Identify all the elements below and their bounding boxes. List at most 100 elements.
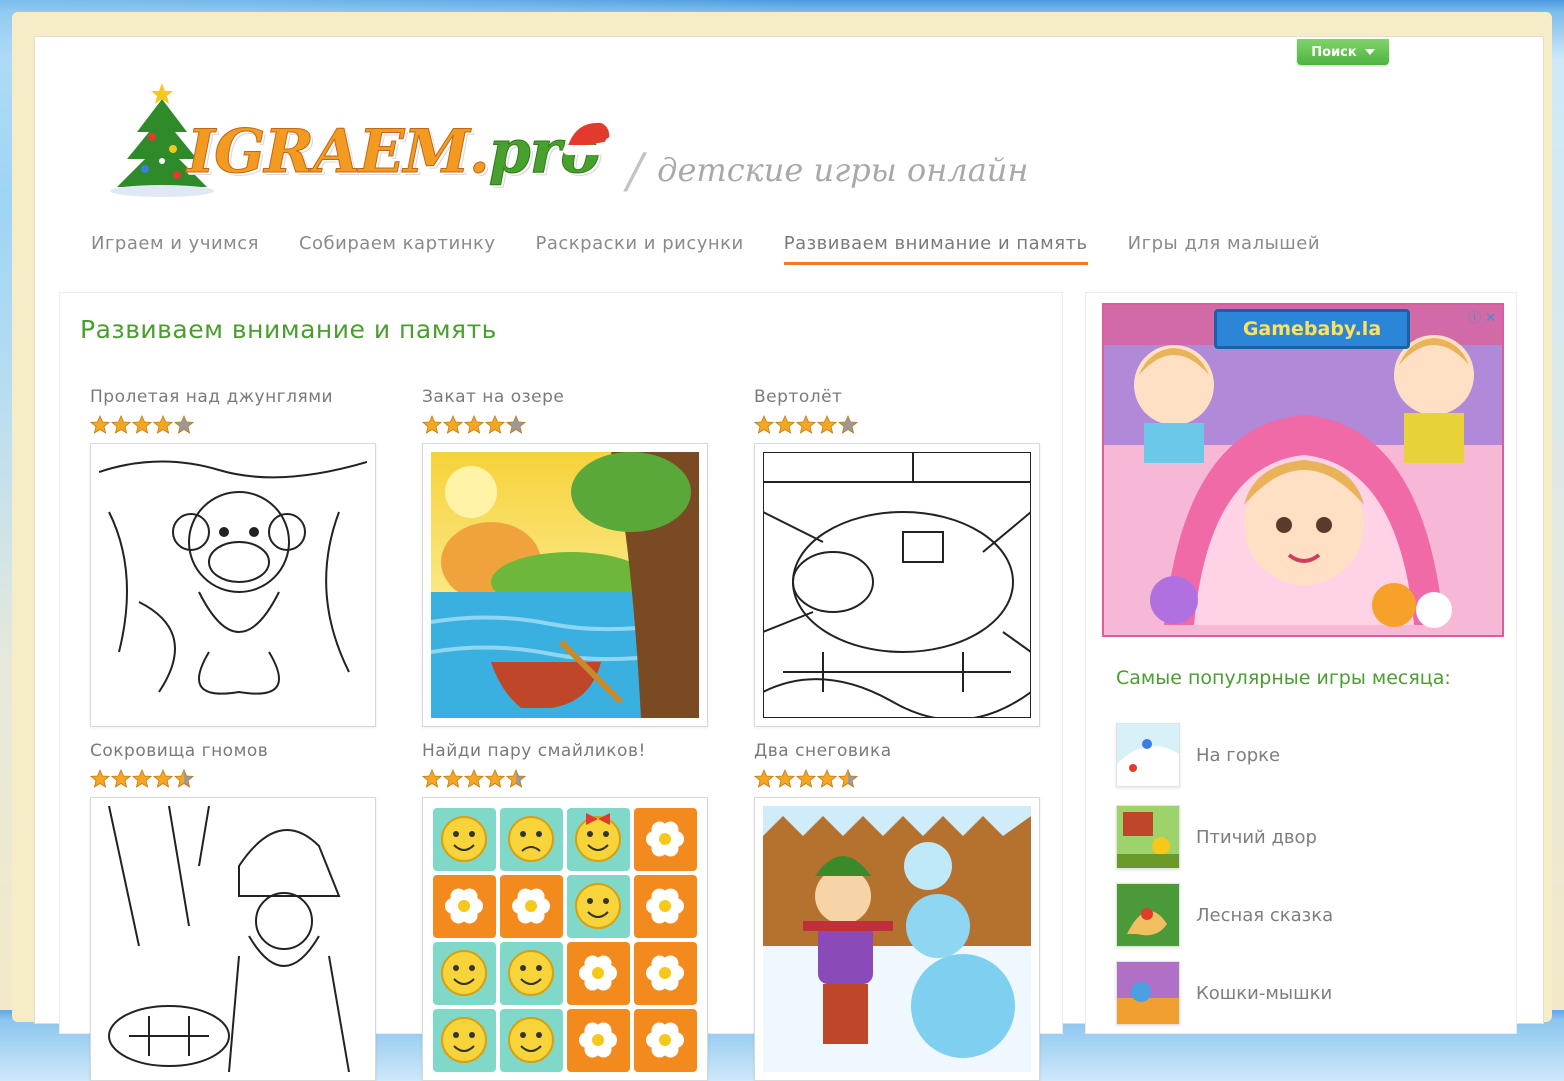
star-icon xyxy=(174,769,194,788)
star-icon xyxy=(464,769,484,788)
popular-label[interactable]: Кошки-мышки xyxy=(1196,983,1332,1004)
star-icon xyxy=(422,415,442,434)
slogan-text: детские игры онлайн xyxy=(657,151,1029,189)
popular-label[interactable]: На горке xyxy=(1196,745,1280,766)
search-label: Поиск xyxy=(1311,44,1357,60)
star-icon xyxy=(817,415,837,434)
site-container: Поиск IGRAEM.pro / детские игры онлайн Иг… xyxy=(34,36,1544,1081)
star-icon xyxy=(90,415,110,434)
site-logo[interactable]: IGRAEM.pro xyxy=(107,77,627,207)
advertisement-banner[interactable]: Gamebaby.la ⓘ ✕ xyxy=(1102,303,1504,637)
popular-item[interactable]: Лесная сказка xyxy=(1116,883,1333,947)
games-panel: Развиваем внимание и память Пролетая над… xyxy=(59,292,1063,1081)
star-icon xyxy=(464,415,484,434)
star-icon xyxy=(754,415,774,434)
game-card[interactable]: Сокровища гномов xyxy=(90,741,380,1081)
star-icon xyxy=(443,769,463,788)
rating-stars xyxy=(422,769,712,791)
ad-brand-logo[interactable]: Gamebaby.la xyxy=(1214,309,1410,349)
popular-item[interactable]: Птичий двор xyxy=(1116,805,1317,869)
star-icon xyxy=(817,769,837,788)
game-thumbnail[interactable] xyxy=(754,797,1040,1081)
poultry-yard-icon xyxy=(1117,806,1179,868)
rating-stars xyxy=(90,769,380,791)
logo-wordmark: IGRAEM.pro xyxy=(187,117,601,188)
logo-main: IGRAEM. xyxy=(187,117,491,188)
section-title: Развиваем внимание и память xyxy=(80,315,497,344)
star-icon xyxy=(132,769,152,788)
nav-item-toddlers[interactable]: Игры для малышей xyxy=(1128,233,1320,265)
star-icon xyxy=(485,415,505,434)
smiley-pairs-image xyxy=(431,806,699,1072)
main-nav: Играем и учимся Собираем картинку Раскра… xyxy=(91,233,1320,265)
santa-hat-icon xyxy=(563,122,617,155)
nav-item-coloring[interactable]: Раскраски и рисунки xyxy=(535,233,743,265)
star-icon xyxy=(132,415,152,434)
star-icon xyxy=(838,769,858,788)
game-title[interactable]: Два снеговика xyxy=(754,741,1044,761)
popular-heading: Самые популярные игры месяца: xyxy=(1116,667,1451,689)
star-icon xyxy=(485,769,505,788)
sidebar: Gamebaby.la ⓘ ✕ Самые популярные игры ме… xyxy=(1085,292,1517,1034)
game-card[interactable]: Найди пару смайликов! xyxy=(422,741,712,1081)
monkey-coloring-image xyxy=(99,452,367,718)
search-button[interactable]: Поиск xyxy=(1297,39,1389,65)
gnome-coloring-image xyxy=(99,806,367,1072)
site-slogan: / детские игры онлайн xyxy=(627,143,1029,199)
game-title[interactable]: Закат на озере xyxy=(422,387,712,407)
cat-mouse-icon xyxy=(1117,962,1179,1024)
game-thumbnail[interactable] xyxy=(422,443,708,727)
nav-item-attention-memory[interactable]: Развиваем внимание и память xyxy=(783,233,1088,265)
popular-label[interactable]: Лесная сказка xyxy=(1196,905,1333,926)
star-icon xyxy=(754,769,774,788)
star-icon xyxy=(775,769,795,788)
page-frame: Поиск IGRAEM.pro / детские игры онлайн Иг… xyxy=(12,12,1552,1081)
popular-thumbnail[interactable] xyxy=(1116,805,1180,869)
star-icon xyxy=(796,415,816,434)
star-icon xyxy=(422,769,442,788)
star-icon xyxy=(506,769,526,788)
game-card[interactable]: Закат на озере xyxy=(422,387,712,727)
popular-item[interactable]: Кошки-мышки xyxy=(1116,961,1332,1025)
star-icon xyxy=(796,769,816,788)
game-title[interactable]: Сокровища гномов xyxy=(90,741,380,761)
star-icon xyxy=(443,415,463,434)
star-icon xyxy=(90,769,110,788)
two-snowmen-image xyxy=(763,806,1031,1072)
game-thumbnail[interactable] xyxy=(422,797,708,1081)
popular-thumbnail[interactable] xyxy=(1116,883,1180,947)
star-icon xyxy=(506,415,526,434)
game-card[interactable]: Вертолёт xyxy=(754,387,1044,727)
game-title[interactable]: Найди пару смайликов! xyxy=(422,741,712,761)
popular-thumbnail[interactable] xyxy=(1116,723,1180,787)
game-thumbnail[interactable] xyxy=(754,443,1040,727)
star-icon xyxy=(775,415,795,434)
forest-tale-icon xyxy=(1117,884,1179,946)
slide-game-icon xyxy=(1117,724,1179,786)
popular-item[interactable]: На горке xyxy=(1116,723,1280,787)
lake-sunset-image xyxy=(431,452,699,718)
chevron-down-icon xyxy=(1364,49,1375,55)
game-card[interactable]: Два снеговика xyxy=(754,741,1044,1081)
ad-illustration xyxy=(1104,305,1502,635)
star-icon xyxy=(174,415,194,434)
rating-stars xyxy=(90,415,380,437)
game-thumbnail[interactable] xyxy=(90,797,376,1081)
rating-stars xyxy=(754,769,1044,791)
game-title[interactable]: Пролетая над джунглями xyxy=(90,387,380,407)
game-thumbnail[interactable] xyxy=(90,443,376,727)
nav-item-learn[interactable]: Играем и учимся xyxy=(91,233,259,265)
star-icon xyxy=(111,415,131,434)
star-icon xyxy=(153,769,173,788)
nav-item-puzzles[interactable]: Собираем картинку xyxy=(299,233,496,265)
rating-stars xyxy=(754,415,1044,437)
star-icon xyxy=(153,415,173,434)
game-card[interactable]: Пролетая над джунглями xyxy=(90,387,380,727)
rating-stars xyxy=(422,415,712,437)
ad-close-icon[interactable]: ⓘ ✕ xyxy=(1468,307,1496,326)
popular-label[interactable]: Птичий двор xyxy=(1196,827,1317,848)
popular-thumbnail[interactable] xyxy=(1116,961,1180,1025)
star-icon xyxy=(111,769,131,788)
star-icon xyxy=(838,415,858,434)
game-title[interactable]: Вертолёт xyxy=(754,387,1044,407)
